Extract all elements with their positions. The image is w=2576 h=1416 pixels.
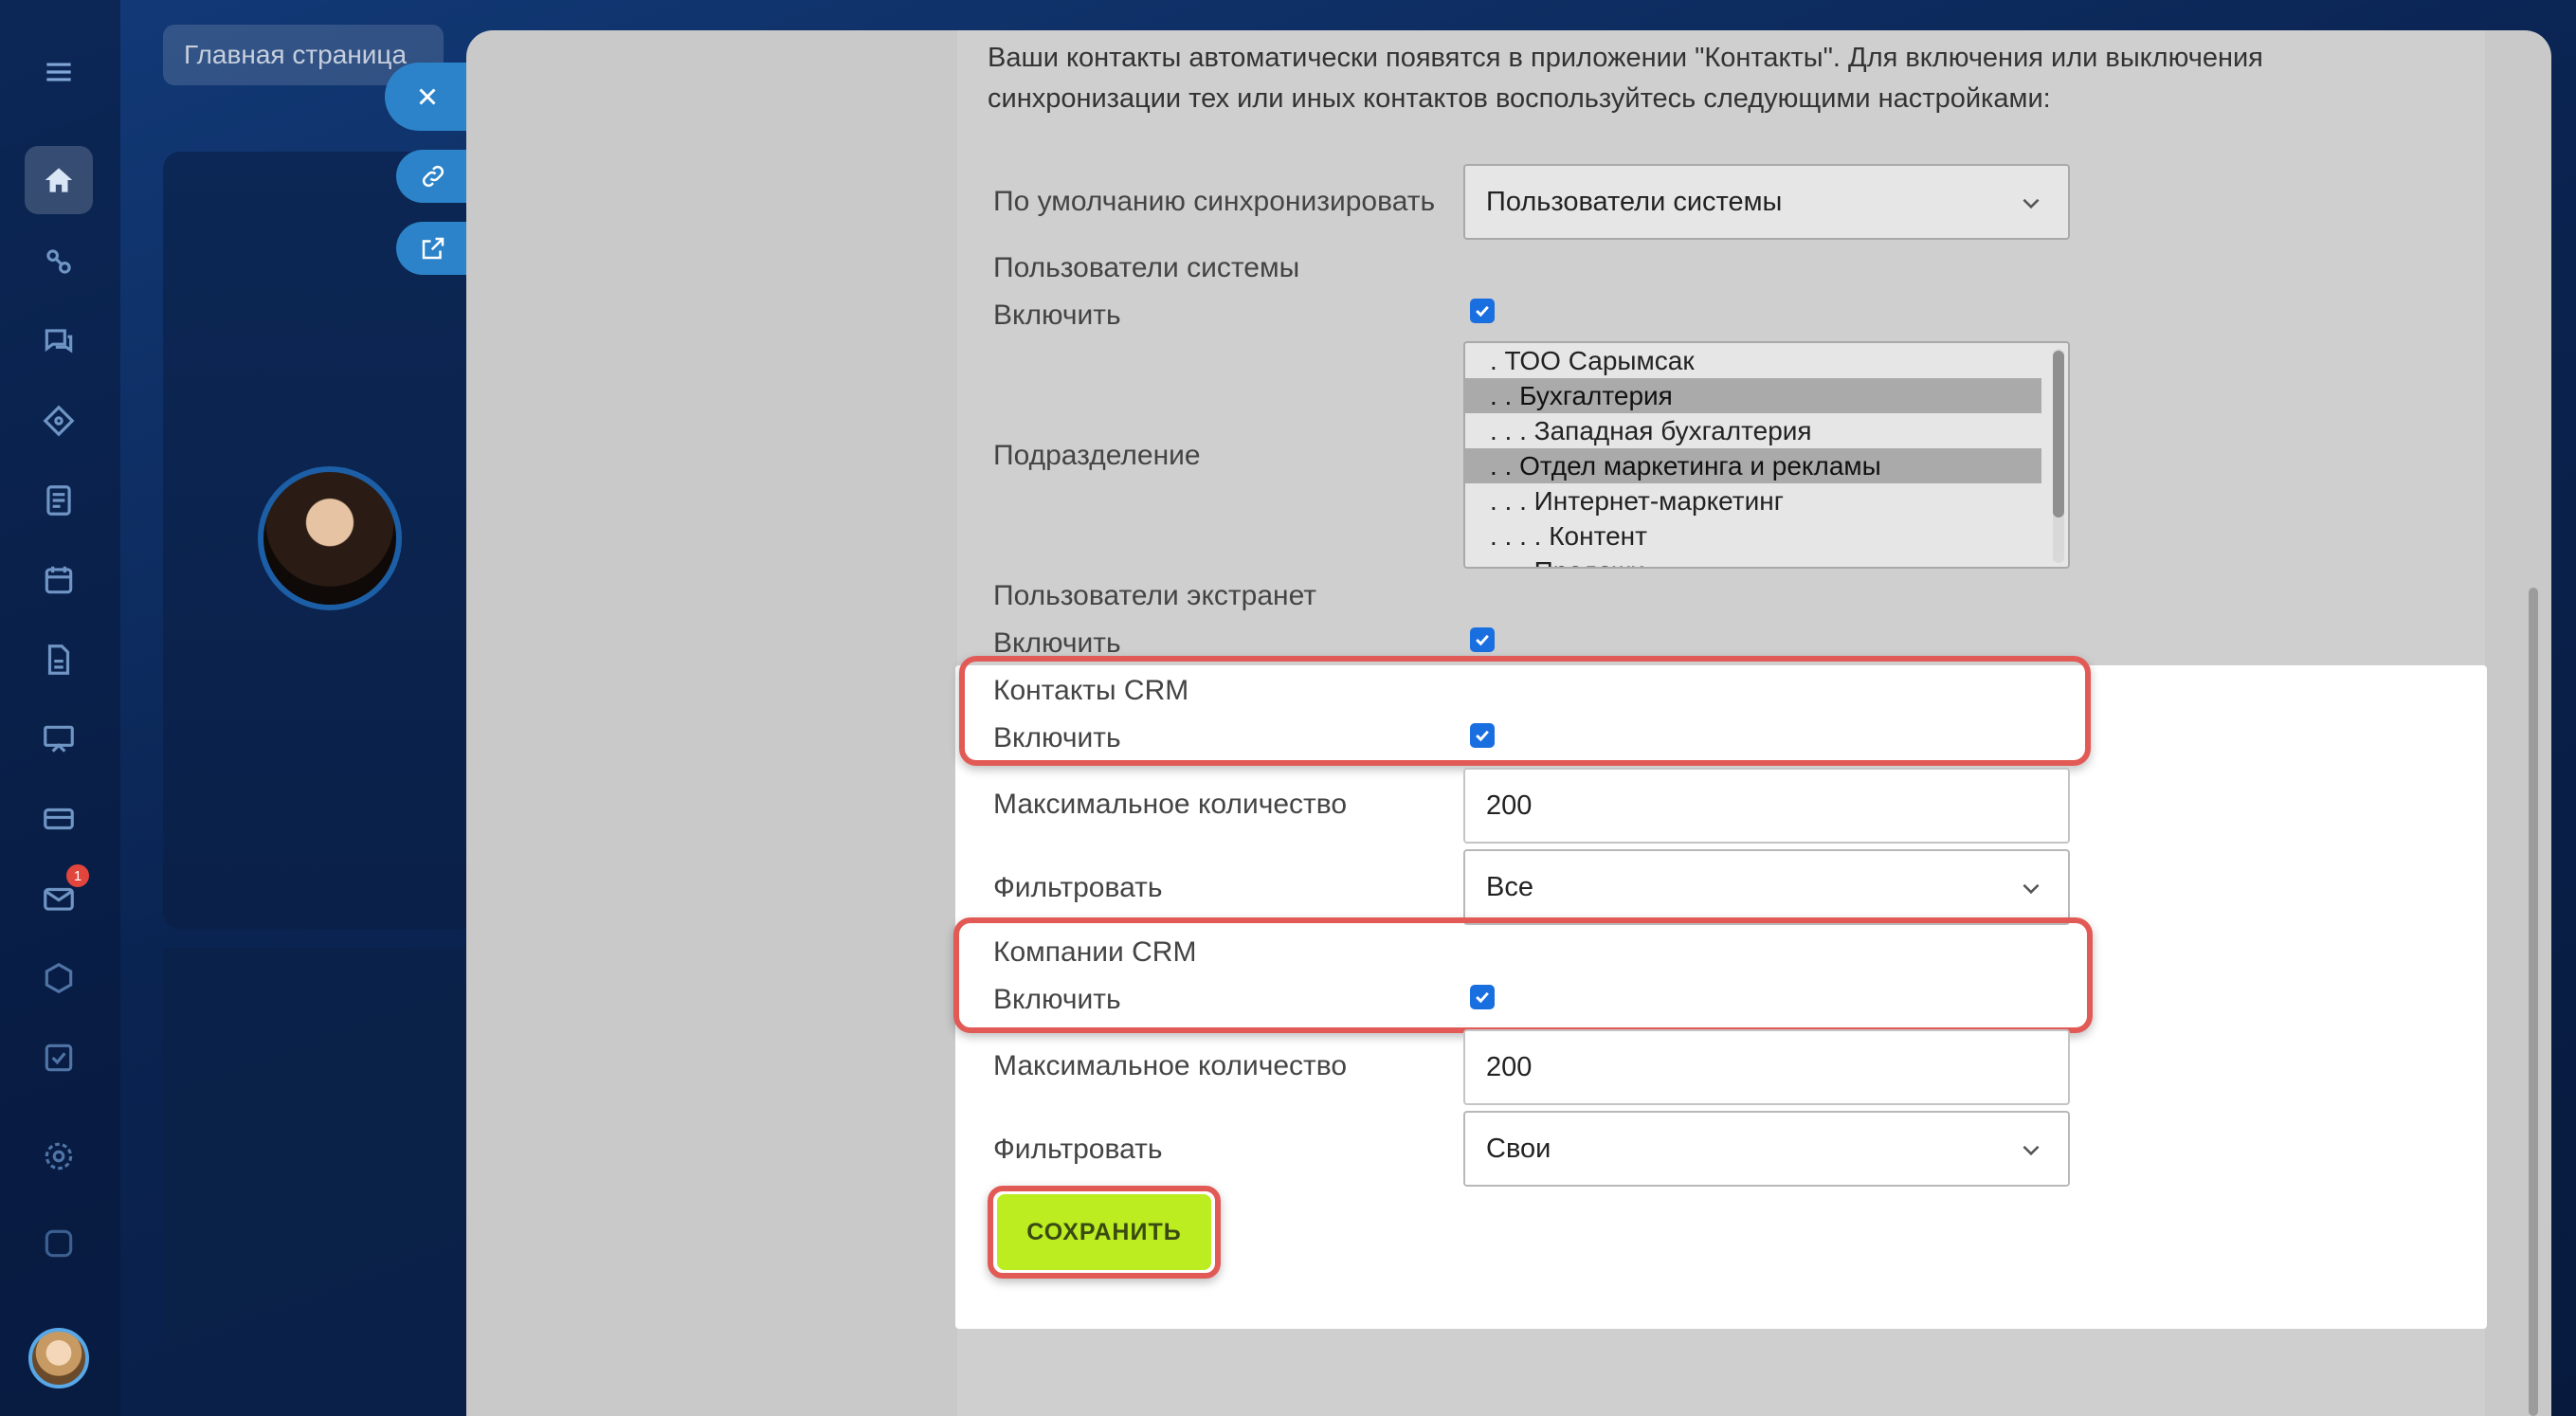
- crm-contacts-max-label: Максимальное количество: [993, 789, 1348, 820]
- save-button[interactable]: СОХРАНИТЬ: [997, 1194, 1211, 1270]
- system-users-enable-label: Включить: [993, 300, 1121, 331]
- crm-contacts-enable-label: Включить: [993, 722, 1121, 753]
- calendar-icon[interactable]: [25, 546, 93, 614]
- card-icon[interactable]: [25, 785, 93, 853]
- crm-companies-enable-checkbox[interactable]: [1470, 985, 1495, 1009]
- mail-badge: 1: [66, 864, 89, 887]
- chevron-down-icon: [2023, 198, 2040, 209]
- department-listbox[interactable]: . ТОО Сарымсак . . Бухгалтерия . . . Зап…: [1463, 341, 2070, 569]
- crm-contacts-filter-select[interactable]: Все: [1463, 849, 2070, 925]
- close-slider-button[interactable]: [385, 63, 480, 131]
- documents-icon[interactable]: [25, 466, 93, 535]
- link-icon: [422, 165, 444, 188]
- department-option[interactable]: . . Бухгалтерия: [1465, 378, 2041, 413]
- tasks-icon[interactable]: [25, 387, 93, 455]
- department-option[interactable]: . ТОО Сарымсак: [1465, 343, 2041, 378]
- check-icon: [1476, 991, 1489, 1004]
- crm-contacts-max-value: 200: [1486, 790, 1533, 821]
- extranet-users-enable-checkbox[interactable]: [1470, 627, 1495, 652]
- slider-scrollbar[interactable]: [2529, 588, 2538, 1416]
- presentation-icon[interactable]: [25, 705, 93, 773]
- system-users-heading: Пользователи системы: [993, 252, 1300, 283]
- menu-icon[interactable]: [25, 38, 93, 106]
- save-button-highlight: СОХРАНИТЬ: [988, 1186, 1221, 1279]
- crm-companies-max-value: 200: [1486, 1051, 1533, 1082]
- system-users-enable-checkbox[interactable]: [1470, 299, 1495, 323]
- crm-companies-heading: Компании CRM: [993, 936, 1197, 968]
- apps-icon[interactable]: [25, 1209, 93, 1278]
- crm-contacts-filter-label: Фильтровать: [993, 872, 1163, 903]
- checklist-icon[interactable]: [25, 1024, 93, 1092]
- crm-companies-filter-value: Свои: [1486, 1133, 1551, 1164]
- listbox-scroll-thumb[interactable]: [2053, 351, 2064, 517]
- file-icon[interactable]: [25, 626, 93, 694]
- default-sync-value: Пользователи системы: [1486, 186, 1783, 217]
- crm-contacts-heading: Контакты CRM: [993, 675, 1189, 706]
- check-icon: [1476, 730, 1489, 742]
- default-sync-select[interactable]: Пользователи системы: [1463, 164, 2070, 240]
- crm-contacts-highlight: [959, 656, 2091, 766]
- chevron-down-icon: [2023, 1145, 2040, 1156]
- user-avatar[interactable]: [28, 1328, 89, 1389]
- crm-contacts-max-input[interactable]: 200: [1463, 768, 2070, 844]
- close-icon: [419, 88, 436, 105]
- department-option[interactable]: . . . . Контент: [1465, 518, 2041, 554]
- default-sync-label: По умолчанию синхронизировать: [993, 186, 1436, 217]
- chevron-down-icon: [2023, 883, 2040, 895]
- home-icon[interactable]: [25, 146, 93, 214]
- check-icon: [1476, 305, 1489, 318]
- left-sidebar: 1: [0, 0, 120, 1416]
- external-link-icon: [422, 237, 444, 260]
- crm-companies-max-input[interactable]: 200: [1463, 1029, 2070, 1105]
- feed-icon[interactable]: [25, 227, 93, 296]
- department-option[interactable]: . . . Продажи: [1465, 554, 2041, 568]
- chat-icon[interactable]: [25, 307, 93, 375]
- crm-companies-enable-label: Включить: [993, 984, 1121, 1015]
- mail-icon[interactable]: 1: [25, 864, 93, 933]
- intro-text: Ваши контакты автоматически появятся в п…: [988, 43, 2263, 114]
- department-option[interactable]: . . . Западная бухгалтерия: [1465, 413, 2041, 448]
- crm-contacts-enable-checkbox[interactable]: [1470, 723, 1495, 748]
- department-label: Подразделение: [993, 440, 1201, 471]
- settings-icon[interactable]: [25, 1122, 93, 1190]
- crm-companies-max-label: Максимальное количество: [993, 1050, 1348, 1081]
- hexagon-icon[interactable]: [25, 944, 93, 1012]
- crm-companies-filter-select[interactable]: Свои: [1463, 1111, 2070, 1187]
- crm-companies-highlight: [953, 917, 2093, 1033]
- profile-avatar: [258, 466, 402, 610]
- crm-contacts-filter-value: Все: [1486, 871, 1533, 902]
- extranet-users-heading: Пользователи экстранет: [993, 580, 1317, 611]
- crm-companies-filter-label: Фильтровать: [993, 1134, 1163, 1165]
- check-icon: [1476, 634, 1489, 646]
- department-option[interactable]: . . . Интернет-маркетинг: [1465, 483, 2041, 518]
- background-content-panel: [163, 948, 504, 1416]
- department-option[interactable]: . . Отдел маркетинга и рекламы: [1465, 448, 2041, 483]
